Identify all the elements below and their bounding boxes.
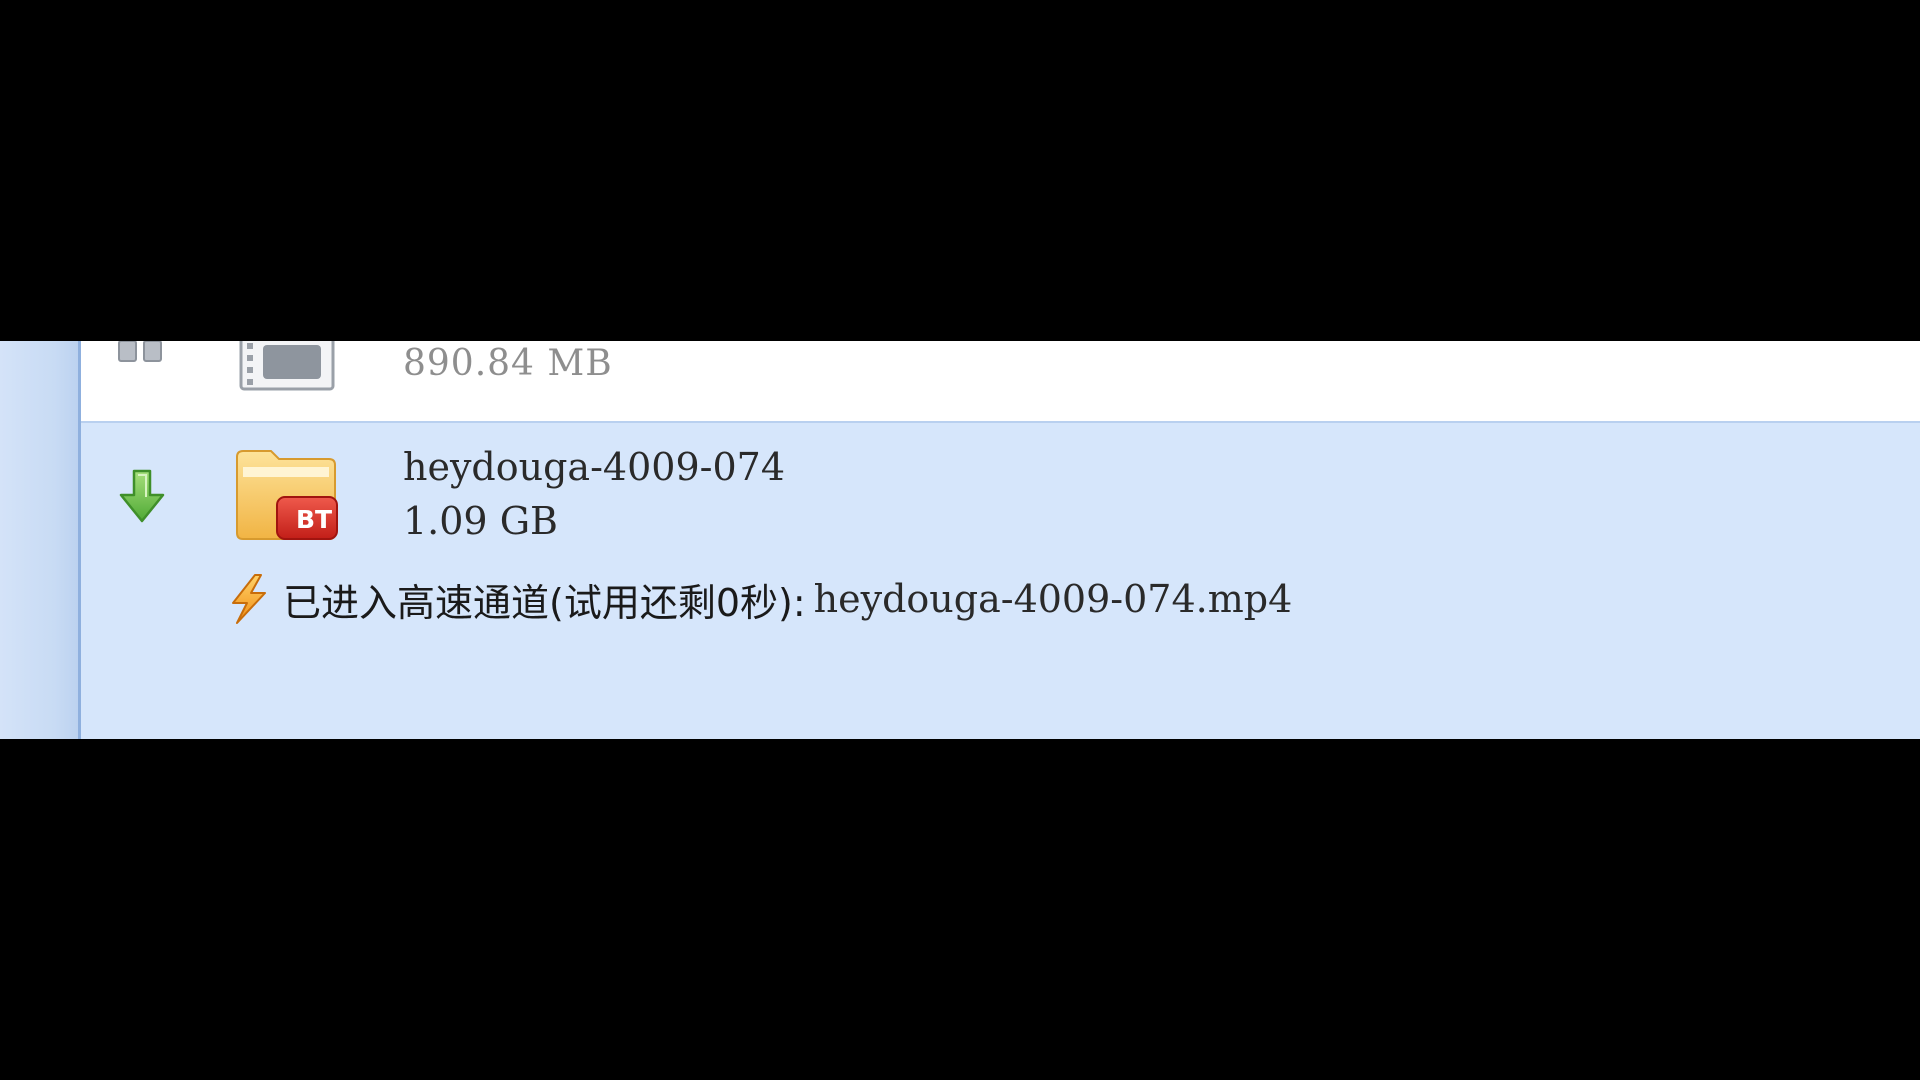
video-file-icon [239, 341, 335, 391]
task-size: 890.84 MB [403, 343, 613, 384]
turbo-channel-status: 已进入高速通道(试用还剩0秒): heydouga-4009-074.mp4 [225, 571, 1292, 627]
task-row[interactable]: 890.84 MB [81, 341, 1920, 421]
task-name[interactable]: heydouga-4009-074 [403, 445, 785, 489]
task-list[interactable]: 890.84 MB BT heydouga-4009-074 1.09 GB 已… [81, 341, 1920, 739]
lightning-icon [232, 574, 266, 624]
screen: 890.84 MB BT heydouga-4009-074 1.09 GB 已… [0, 0, 1920, 1080]
download-manager-window: 890.84 MB BT heydouga-4009-074 1.09 GB 已… [0, 341, 1920, 739]
bt-badge-label: BT [295, 505, 333, 534]
turbo-status-text: 已进入高速通道(试用还剩0秒): [283, 580, 806, 625]
task-size: 1.09 GB [403, 499, 558, 543]
category-sidebar[interactable] [0, 341, 81, 739]
download-arrow-icon[interactable] [117, 469, 167, 525]
task-row-selected[interactable]: BT heydouga-4009-074 1.09 GB 已进入高速通道(试用还… [81, 421, 1920, 739]
pause-icon[interactable] [117, 341, 165, 363]
turbo-file-name: heydouga-4009-074.mp4 [813, 577, 1293, 621]
